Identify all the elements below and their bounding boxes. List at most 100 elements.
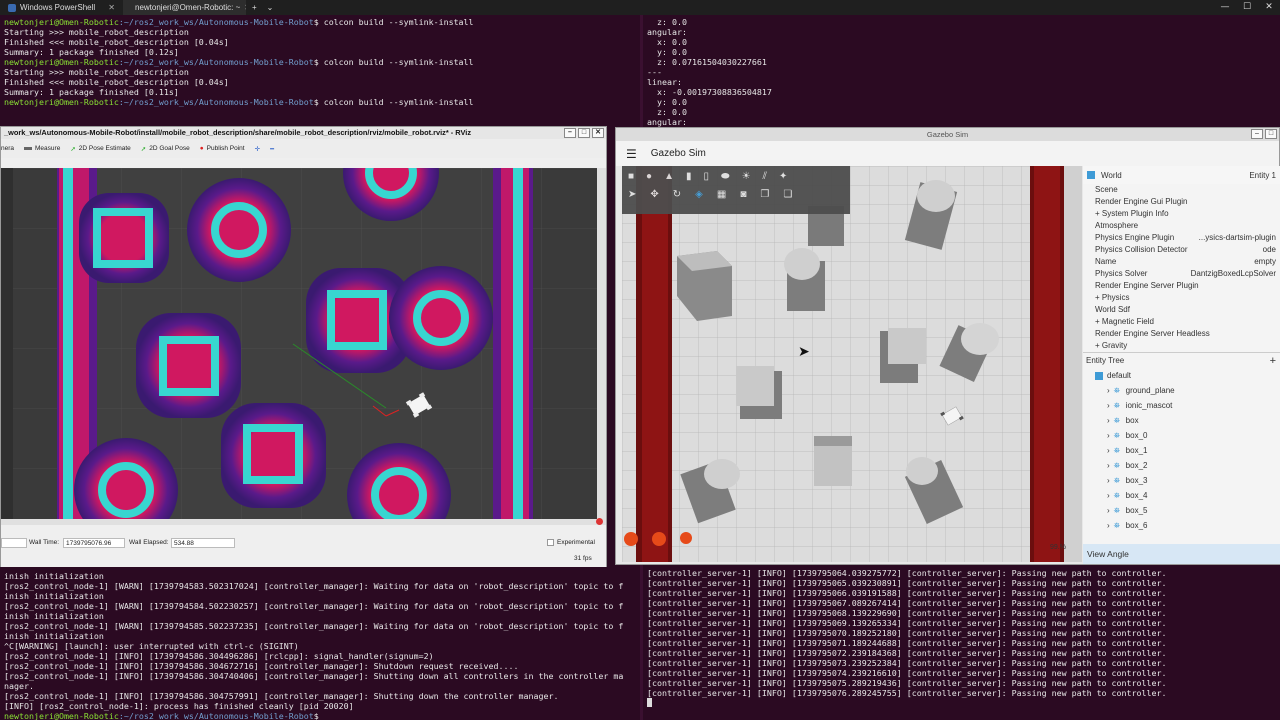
terminal-top-right[interactable]: z: 0.0 angular: x: 0.0 y: 0.0 z: 0.071615… (643, 17, 1280, 127)
step-button[interactable] (652, 532, 666, 546)
component-row[interactable]: Render Engine Gui Plugin (1083, 196, 1280, 208)
component-row[interactable]: Physics Engine Plugin ...ysics-dartsim-pl… (1083, 232, 1280, 244)
expand-arrow-icon[interactable]: › (1107, 488, 1110, 503)
component-row[interactable]: Physics Solver DantzigBoxedLcpSolver (1083, 268, 1280, 280)
entity-tree-item[interactable]: › ⛯ box_2 (1083, 458, 1280, 473)
tool-2d-goal-pose[interactable]: ➚ 2D Goal Pose (141, 145, 190, 153)
sphere-tool-icon[interactable]: ● (646, 171, 652, 182)
minimize-button[interactable]: – (1251, 129, 1263, 139)
entity-tree-item[interactable]: › ⛯ box_3 (1083, 473, 1280, 488)
wall-elapsed-field[interactable]: 534.88 (171, 538, 235, 548)
ros-time-field[interactable] (1, 538, 27, 548)
maximize-button[interactable]: ☐ (1236, 0, 1258, 15)
component-row[interactable]: + System Plugin Info (1083, 208, 1280, 220)
component-row[interactable]: + Gravity (1083, 340, 1280, 352)
entity-tree-item[interactable]: › ⛯ box (1083, 413, 1280, 428)
close-button[interactable]: ✕ (592, 128, 604, 138)
gazebo-3d-scene[interactable]: ➤ ■ ● ▲ ▮ ▯ ⬬ ☀ ⫽ ✦ ➤ ✥ ↻ ◈ ▦ ◙ ❐ ❏ 99.% (622, 166, 1082, 562)
spot-light-icon[interactable]: ✦ (779, 171, 787, 182)
rotate-tool-icon[interactable]: ↻ (673, 189, 681, 200)
translate-tool-icon[interactable]: ✥ (650, 189, 658, 200)
close-button[interactable]: ✕ (1258, 0, 1280, 15)
cylinder-tool-icon[interactable]: ▮ (686, 171, 692, 182)
entity-tree-item[interactable]: › ⛯ box_5 (1083, 503, 1280, 518)
component-row[interactable]: Scene (1083, 184, 1280, 196)
rviz-3d-viewport[interactable] (1, 168, 597, 519)
snap-tool-icon[interactable]: ◈ (695, 189, 703, 200)
expand-arrow-icon[interactable]: › (1107, 473, 1110, 488)
terminal-line: [controller_server-1] [INFO] [1739795074… (647, 668, 1167, 678)
gazebo-appbar: ☰ Gazebo Sim (616, 141, 1279, 166)
component-name: Render Engine Server Headless (1095, 329, 1210, 338)
component-row[interactable]: + Magnetic Field (1083, 316, 1280, 328)
box-tool-icon[interactable]: ■ (628, 171, 634, 182)
component-row[interactable]: Physics Collision Detector ode (1083, 244, 1280, 256)
component-name: + System Plugin Info (1095, 209, 1169, 218)
rviz-titlebar[interactable]: _work_ws/Autonomous-Mobile-Robot/install… (1, 127, 606, 139)
expand-arrow-icon[interactable]: › (1107, 458, 1110, 473)
terminal-top-left[interactable]: newtonjeri@Omen-Robotic:~/ros2_work_ws/A… (0, 17, 640, 127)
tool-publish-point[interactable]: ● Publish Point (200, 145, 245, 152)
view-angle-panel[interactable]: View Angle (1083, 544, 1280, 564)
obstacle-square (79, 193, 169, 283)
cone-tool-icon[interactable]: ▲ (664, 171, 674, 182)
terminal-bottom-right[interactable]: [controller_server-1] [INFO] [1739795064… (643, 568, 1280, 720)
add-entity-icon[interactable]: + (1270, 353, 1280, 368)
ellipsoid-tool-icon[interactable]: ⬬ (721, 171, 730, 182)
tool-measure[interactable]: Measure (24, 145, 60, 152)
expand-arrow-icon[interactable]: › (1107, 428, 1110, 443)
expand-arrow-icon[interactable]: › (1107, 503, 1110, 518)
minimize-button[interactable]: — (1214, 0, 1236, 15)
expand-arrow-icon[interactable]: › (1107, 518, 1110, 533)
paste-icon[interactable]: ❏ (783, 189, 792, 200)
expand-arrow-icon[interactable]: › (1107, 398, 1110, 413)
experimental-checkbox[interactable] (547, 539, 554, 546)
wall-time-field[interactable]: 1739795076.96 (63, 538, 125, 548)
tab-powershell[interactable]: Windows PowerShell ✕ (0, 0, 123, 15)
reset-button[interactable] (680, 532, 692, 544)
tool-camera[interactable]: nera (1, 145, 14, 152)
component-row[interactable]: Atmosphere (1083, 220, 1280, 232)
minimize-button[interactable]: – (564, 128, 576, 138)
capsule-tool-icon[interactable]: ▯ (704, 171, 710, 182)
tool-2d-pose-estimate[interactable]: ➚ 2D Pose Estimate (70, 145, 130, 153)
expand-arrow-icon[interactable]: › (1107, 413, 1110, 428)
component-value: DantzigBoxedLcpSolver (1190, 269, 1276, 278)
terminal-bottom-left[interactable]: inish initialization [ros2_control_node-1… (0, 571, 640, 720)
grid-tool-icon[interactable]: ▦ (717, 189, 726, 200)
component-row[interactable]: Name empty (1083, 256, 1280, 268)
remove-tool-icon[interactable]: ━ (270, 145, 274, 153)
entity-tree-item[interactable]: › ⛯ box_6 (1083, 518, 1280, 533)
select-tool-icon[interactable]: ➤ (628, 189, 636, 200)
expand-arrow-icon[interactable]: › (1107, 383, 1110, 398)
pause-button[interactable] (624, 532, 638, 546)
component-row[interactable]: + Physics (1083, 292, 1280, 304)
component-row[interactable]: Render Engine Server Headless (1083, 328, 1280, 340)
tab-dropdown-button[interactable]: ⌄ (263, 3, 278, 12)
maximize-button[interactable]: □ (1265, 129, 1277, 139)
add-tool-icon[interactable]: ✛ (255, 145, 260, 153)
maximize-button[interactable]: □ (578, 128, 590, 138)
entity-tree-item[interactable]: default (1083, 368, 1280, 383)
terminal-line: x: 0.0 (647, 37, 687, 47)
hamburger-menu-icon[interactable]: ☰ (626, 147, 637, 161)
entity-tree-item[interactable]: › ⛯ box_1 (1083, 443, 1280, 458)
entity-tree-item[interactable]: › ⛯ box_4 (1083, 488, 1280, 503)
copy-icon[interactable]: ❐ (760, 189, 769, 200)
sun-light-icon[interactable]: ☀ (742, 171, 751, 182)
tab-ubuntu[interactable]: newtonjeri@Omen-Robotic: ~✕ (123, 0, 246, 15)
directional-light-icon[interactable]: ⫽ (763, 171, 767, 182)
component-row[interactable]: World Sdf (1083, 304, 1280, 316)
expand-arrow-icon[interactable]: › (1107, 443, 1110, 458)
close-panel-icon[interactable] (596, 518, 603, 525)
entity-tree-item[interactable]: › ⛯ ground_plane (1083, 383, 1280, 398)
screenshot-icon[interactable]: ◙ (740, 189, 746, 200)
component-row[interactable]: Render Engine Server Plugin (1083, 280, 1280, 292)
component-value: ...ysics-dartsim-plugin (1198, 233, 1276, 242)
entity-tree-item[interactable]: › ⛯ ionic_mascot (1083, 398, 1280, 413)
gazebo-titlebar[interactable]: Gazebo Sim – □ (616, 128, 1279, 141)
entity-tree-item[interactable]: › ⛯ box_0 (1083, 428, 1280, 443)
rviz-side-scroll[interactable] (597, 168, 606, 519)
new-tab-button[interactable]: + (246, 3, 263, 12)
close-tab-icon[interactable]: ✕ (108, 3, 115, 12)
